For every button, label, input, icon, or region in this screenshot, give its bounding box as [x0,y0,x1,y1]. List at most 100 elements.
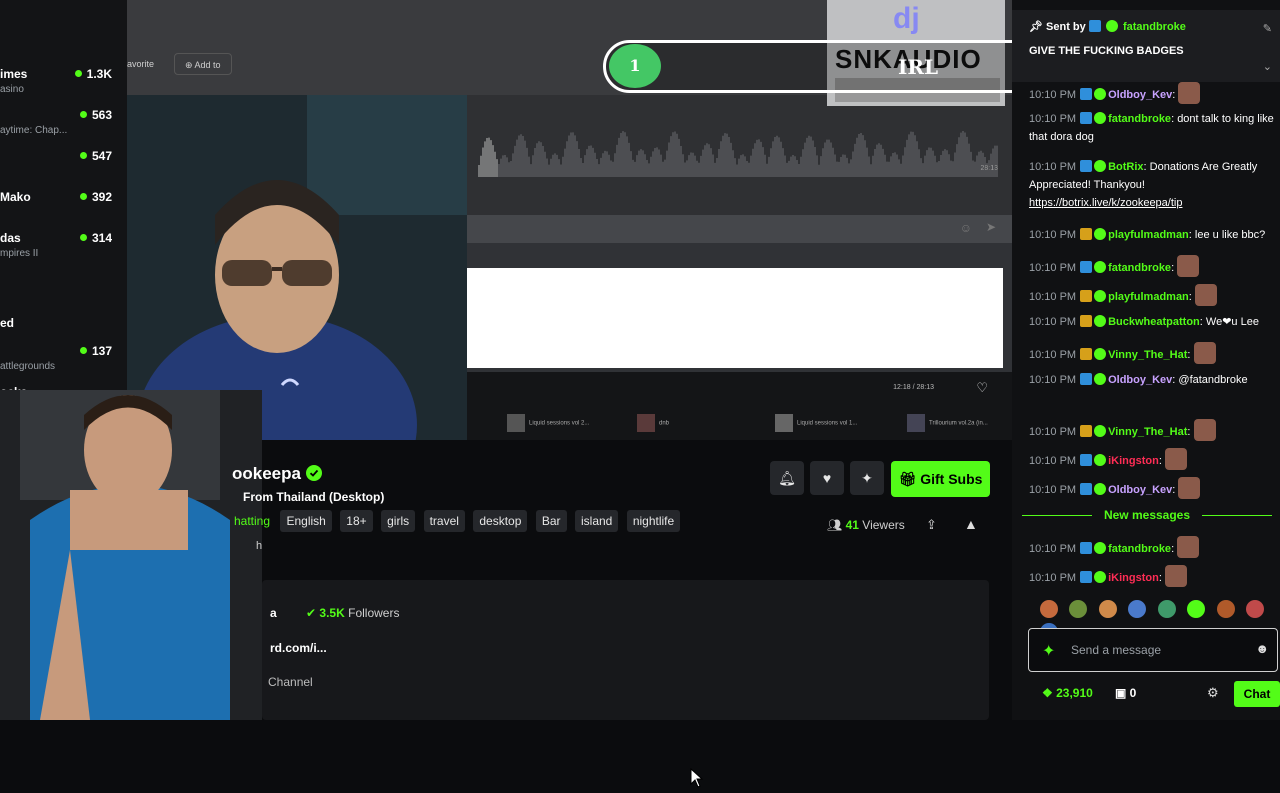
stream-info: ookeepa From Thailand (Desktop) hatting … [232,440,1012,788]
notification-bell-button[interactable]: 🔔︎ [770,461,804,495]
chat-message: 10:10 PM iKingston: [1029,448,1274,470]
emote-icon[interactable] [1128,600,1147,618]
desktop-message-bar[interactable]: ☺ ➤ [467,215,1012,243]
emote-icon [1193,342,1216,364]
message-username[interactable]: fatandbroke [1108,262,1171,274]
message-username[interactable]: Buckwheatpatton [1108,316,1200,328]
message-username[interactable]: fatandbroke [1108,113,1171,125]
sidebar-channel-item[interactable]: aytime: Chap... 563 [0,108,127,148]
message-username[interactable]: Vinny_The_Hat [1108,349,1187,361]
message-username[interactable]: fatandbroke [1108,543,1171,555]
emote-icon[interactable] [1069,600,1088,618]
category-link[interactable]: hatting [232,510,272,532]
message-username[interactable]: Vinny_The_Hat [1108,426,1187,438]
verified-badge-icon [1094,483,1107,495]
follow-button[interactable]: ♥ [810,461,844,495]
waveform-duration: 28:13 [980,165,998,172]
emote-icon[interactable] [1157,600,1176,618]
sidebar-channel-category: aytime: Chap... [0,125,68,136]
emote-icon[interactable] [1246,600,1265,618]
track-item[interactable]: dnb [637,414,727,432]
message-timestamp: 10:10 PM [1029,484,1077,496]
chat-input-box[interactable]: ✦ ☻ [1028,628,1278,672]
sidebar-channel-item[interactable]: Mako 392 [0,190,127,230]
clip-button[interactable]: ✦ [850,461,884,495]
emote-icon[interactable] [1187,600,1206,618]
track-item[interactable]: Liquid sessions vol 1... [775,414,885,432]
pinned-message[interactable]: 📌︎ Sent by fatandbroke GIVE THE FUCKING … [1012,10,1280,82]
message-username[interactable]: Oldboy_Kev [1108,484,1172,496]
unpin-icon[interactable]: ✎ [1263,22,1272,35]
share-icon[interactable]: ⇪ [926,517,937,533]
sidebar-channel-item[interactable]: imes asino 1.3K [0,67,127,107]
message-username[interactable]: playfulmadman [1108,229,1189,241]
video-player[interactable]: avorite ⊕ Add to 28:13 ☺ ➤ 12:18 / 28:13… [127,0,1012,440]
sidebar-channel-name: imes [0,67,28,81]
emote-quick-bar[interactable] [1040,600,1280,641]
verified-badge-icon [1094,454,1107,466]
emote-icon[interactable] [1098,600,1117,618]
gift-subs-button[interactable]: 🎁︎ Gift Subs [891,461,990,497]
message-username[interactable]: playfulmadman [1108,291,1189,303]
warning-icon[interactable]: ▲ [964,516,978,532]
stream-tags: hatting English 18+ girls travel desktop… [232,510,684,532]
favorite-button[interactable]: avorite [127,53,154,75]
gift-icon: ▣ [1115,686,1130,700]
verified-badge-icon [1105,20,1118,32]
message-link[interactable]: https://botrix.live/k/zookeepa/tip [1029,197,1182,209]
channel-points[interactable]: ❖ 23,910 [1042,686,1093,700]
tag-girls[interactable]: girls [381,510,416,532]
audio-waveform[interactable]: 28:13 [467,95,1012,215]
add-to-button[interactable]: ⊕ Add to [174,53,232,75]
message-username[interactable]: Oldboy_Kev [1108,89,1172,101]
chevron-down-icon[interactable]: ⌄ [1263,60,1272,73]
emoji-icon[interactable]: ☻ [1255,641,1269,656]
chat-message: 10:10 PM fatandbroke: [1029,536,1274,558]
sidebar-channel-item[interactable]: attlegrounds 137 [0,344,127,384]
sidebar-channel-item[interactable]: das mpires II 314 [0,231,127,271]
emote-icon [1178,477,1201,499]
about-section: a ✔ 3.5K Followers rd.com/i... Channel [262,580,989,788]
message-username[interactable]: BotRix [1108,161,1143,173]
tag-desktop[interactable]: desktop [473,510,528,532]
sidebar-channel-item[interactable]: 547 [0,149,127,189]
chat-message: 10:10 PM playfulmadman: [1029,284,1274,306]
chat-message: 10:10 PM Oldboy_Kev: @fatandbroke [1029,373,1248,386]
user-badge-icon [1080,373,1093,385]
sidebar-viewer-count: 547 [79,149,112,163]
goal-number-badge: 1 [609,44,661,88]
message-username[interactable]: Oldboy_Kev [1108,374,1172,386]
sidebar-channel-name: Mako [0,190,31,204]
tag-nightlife[interactable]: nightlife [626,510,681,532]
emote-icon[interactable] [1216,600,1235,618]
pinned-message-text: GIVE THE FUCKING BADGES [1029,45,1184,57]
message-username[interactable]: iKingston [1108,572,1159,584]
gift-count[interactable]: ▣ 0 [1115,686,1136,700]
heart-icon[interactable]: ♡ [976,380,988,396]
live-dot-icon [79,234,87,241]
message-timestamp: 10:10 PM [1029,455,1077,467]
chat-message-input[interactable] [1069,639,1249,661]
chat-message: 10:10 PM Oldboy_Kev: [1029,82,1274,104]
track-item[interactable]: Trillourium vol.2a (in... [907,414,1012,432]
sidebar-channel-category: mpires II [0,248,39,259]
gear-icon[interactable]: ⚙ [1207,685,1219,701]
chat-send-button[interactable]: Chat [1234,681,1280,707]
tag-bar[interactable]: Bar [535,510,567,532]
sparkle-icon[interactable]: ✦ [1042,641,1055,661]
verified-badge-icon [1094,373,1107,385]
tag-english[interactable]: English [280,510,332,532]
emote-icon[interactable] [1040,600,1058,618]
social-link[interactable]: rd.com/i... [270,641,327,655]
track-item[interactable]: Liquid sessions vol 2... [507,414,617,432]
streamer-name[interactable]: ookeepa [232,464,301,484]
user-badge-icon [1080,571,1093,583]
tag-18-plus[interactable]: 18+ [340,510,373,532]
tag-travel[interactable]: travel [423,510,465,532]
smile-icon: ☺ [959,221,972,235]
track-thumbnail [907,414,925,432]
tag-island[interactable]: island [575,510,619,532]
track-list[interactable]: 12:18 / 28:13 ♡ Liquid sessions vol 2...… [467,372,1012,440]
emote-icon [1178,82,1201,104]
message-username[interactable]: iKingston [1108,455,1159,467]
